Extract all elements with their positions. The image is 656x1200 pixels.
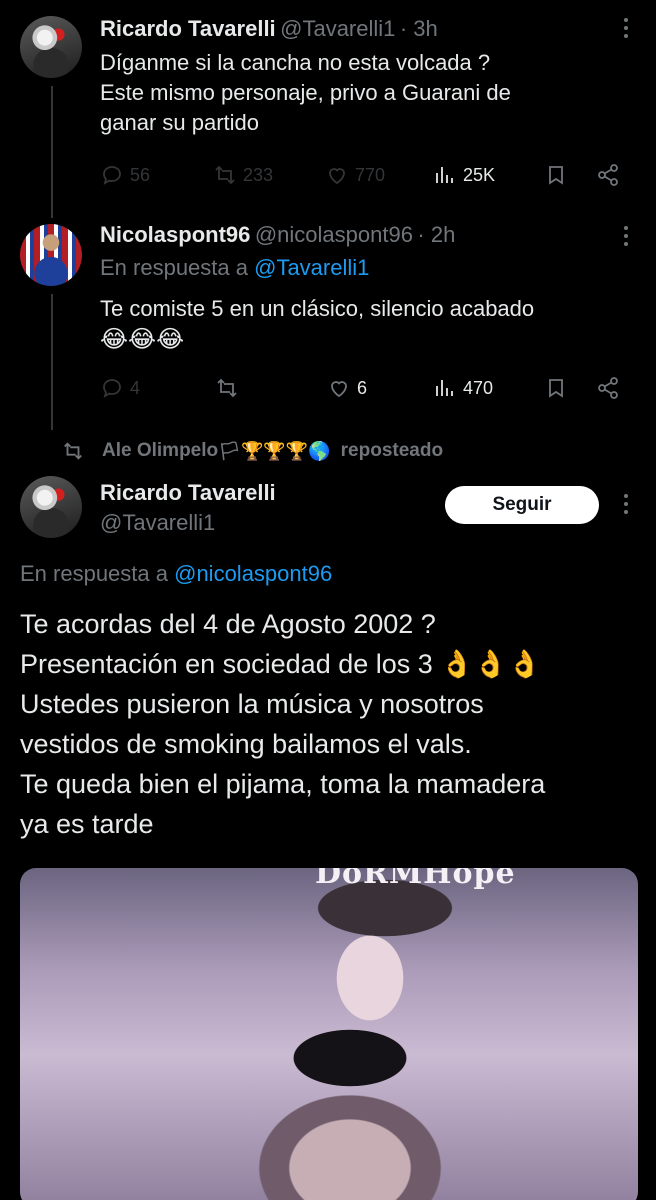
repost-button[interactable]: 233 — [213, 163, 273, 187]
repost-icon — [64, 442, 82, 460]
like-button[interactable]: 770 — [325, 163, 385, 187]
text-line: Presentación en sociedad de los 3 👌👌👌 — [20, 649, 542, 679]
tweet-header: Nicolaspont96 @nicolaspont96 · 2h — [100, 222, 455, 248]
bookmark-icon — [549, 166, 563, 185]
repost-count: 233 — [243, 164, 274, 185]
author-name[interactable]: Ricardo Tavarelli — [100, 16, 276, 41]
user-badges: 🏳🏆🏆🏆🌎 — [218, 440, 331, 462]
tweet-header: Ricardo Tavarelli @Tavarelli1 · 3h — [100, 16, 438, 42]
view-count: 470 — [463, 377, 494, 398]
share-icon — [598, 164, 618, 186]
heart-icon — [329, 168, 345, 185]
bookmark-icon — [549, 379, 563, 398]
like-count: 770 — [355, 164, 386, 185]
like-count: 6 — [357, 377, 368, 398]
reply-button[interactable]: 56 — [100, 163, 150, 187]
reply-count: 4 — [130, 377, 141, 398]
views-icon — [436, 167, 453, 183]
text-line: ganar su partido — [100, 110, 259, 135]
text-line: Este mismo personaje, privo a Guarani de — [100, 80, 511, 105]
repost-user[interactable]: Ale Olimpelo — [102, 440, 218, 462]
reply-context: En respuesta a @Tavarelli1 — [100, 255, 369, 281]
media-caption: DoRMHope — [315, 868, 516, 891]
author-name[interactable]: Ricardo Tavarelli — [100, 480, 276, 506]
author-name[interactable]: Nicolaspont96 — [100, 222, 250, 247]
share-button[interactable] — [596, 376, 620, 400]
text-line: ya es tarde — [20, 809, 154, 839]
reply-icon — [103, 379, 121, 398]
heart-icon — [331, 381, 347, 398]
reply-prefix: En respuesta a — [100, 255, 248, 280]
thread-line — [51, 86, 53, 218]
more-options-icon[interactable] — [616, 492, 636, 516]
tweet-text: Te comiste 5 en un clásico, silencio aca… — [100, 294, 630, 354]
avatar[interactable] — [20, 16, 82, 78]
more-options-icon[interactable] — [616, 16, 636, 40]
reply-to-link[interactable]: @nicolaspont96 — [174, 561, 332, 586]
author-handle[interactable]: @Tavarelli1 — [100, 510, 215, 536]
text-line: vestidos de smoking bailamos el vals. — [20, 729, 472, 759]
emoji-line: 😂😂😂 — [100, 325, 185, 353]
view-count: 25K — [463, 164, 496, 185]
more-options-icon[interactable] — [616, 224, 636, 248]
share-icon — [598, 377, 618, 399]
repost-icon — [215, 165, 235, 185]
reply-context: En respuesta a @nicolaspont96 — [20, 561, 332, 587]
tweet-text: Te acordas del 4 de Agosto 2002 ? Presen… — [20, 604, 640, 844]
tweet-text: Díganme si la cancha no esta volcada ? E… — [100, 48, 630, 138]
reply-button[interactable]: 4 — [100, 376, 140, 400]
text-line: Ustedes pusieron la música y nosotros — [20, 689, 484, 719]
share-button[interactable] — [596, 163, 620, 187]
reply-icon — [103, 166, 121, 185]
repost-icon — [217, 378, 237, 398]
video-thumbnail[interactable]: DoRMHope — [20, 868, 638, 1200]
author-handle[interactable]: @Tavarelli1 — [280, 16, 395, 41]
repost-label: reposteado — [340, 440, 444, 461]
author-handle[interactable]: @nicolaspont96 — [255, 222, 413, 247]
follow-button[interactable]: Seguir — [445, 486, 599, 524]
text-line: Te comiste 5 en un clásico, silencio aca… — [100, 296, 535, 321]
repost-button[interactable] — [215, 376, 245, 400]
avatar[interactable] — [20, 476, 82, 538]
bookmark-button[interactable] — [544, 376, 568, 400]
reply-to-link[interactable]: @Tavarelli1 — [254, 255, 369, 280]
text-line: Te queda bien el pijama, toma la mamader… — [20, 769, 546, 799]
timestamp[interactable]: · 3h — [400, 16, 438, 41]
text-line: Díganme si la cancha no esta volcada ? — [100, 50, 491, 75]
repost-banner[interactable]: Ale Olimpelo 🏳🏆🏆🏆🌎 reposteado — [62, 440, 443, 462]
views-icon — [436, 380, 453, 396]
views-button[interactable]: 25K — [433, 163, 495, 187]
thread-line — [51, 294, 53, 430]
text-line: Te acordas del 4 de Agosto 2002 ? — [20, 609, 436, 639]
reply-prefix: En respuesta a — [20, 561, 168, 586]
views-button[interactable]: 470 — [433, 376, 493, 400]
avatar[interactable] — [20, 224, 82, 286]
like-button[interactable]: 6 — [327, 376, 367, 400]
timestamp[interactable]: · 2h — [417, 222, 455, 247]
bookmark-button[interactable] — [544, 163, 568, 187]
reply-count: 56 — [130, 164, 151, 185]
